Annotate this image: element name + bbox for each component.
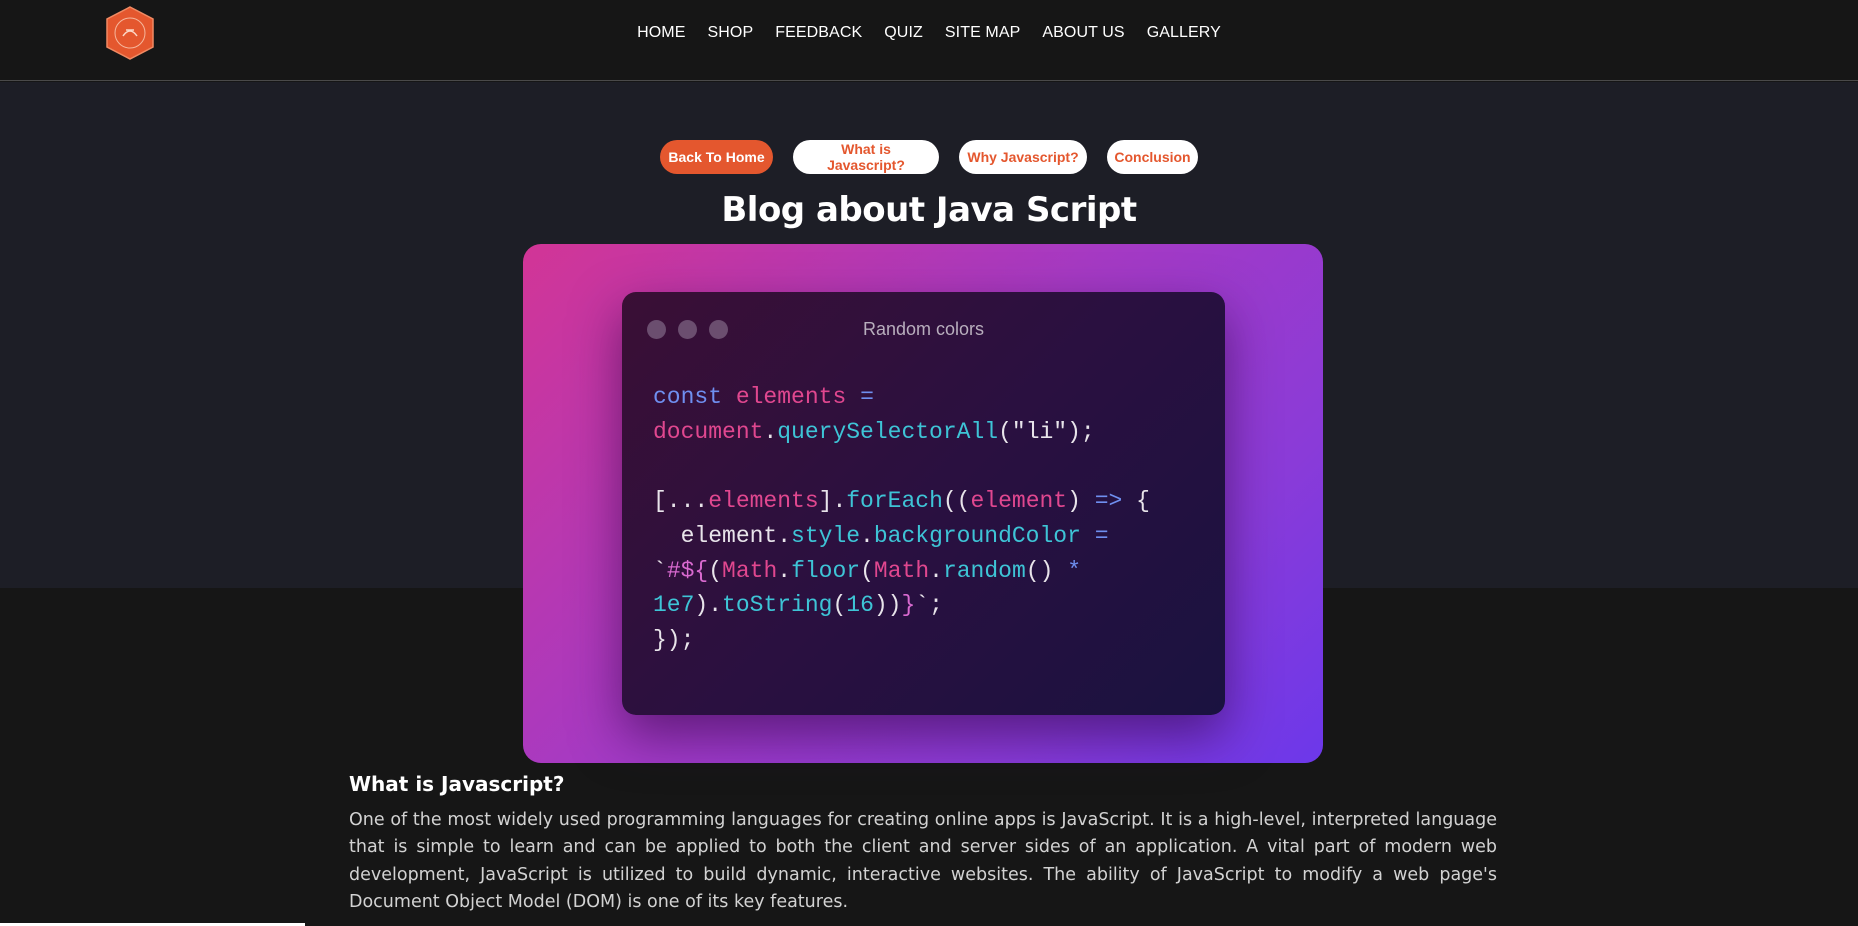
top-navbar: HOME SHOP FEEDBACK QUIZ SITE MAP ABOUT U… [0,0,1858,81]
code-snippet: const elements = document.querySelectorA… [653,384,1150,653]
page-title: Blog about Java Script [721,190,1137,230]
nav-shop-link[interactable]: SHOP [707,24,753,42]
what-is-javascript-button[interactable]: What is Javascript? [793,140,939,174]
code-window-title: Random colors [862,319,985,339]
nav-feedback-link[interactable]: FEEDBACK [775,24,862,42]
code-window: Random colors const elements = document.… [622,292,1225,715]
hero-image: Random colors const elements = document.… [523,244,1323,763]
nav-about-us-link[interactable]: ABOUT US [1042,24,1124,42]
section-heading: What is Javascript? [349,772,565,796]
nav-gallery-link[interactable]: GALLERY [1147,24,1221,42]
main-nav: HOME SHOP FEEDBACK QUIZ SITE MAP ABOUT U… [0,24,1858,42]
conclusion-button[interactable]: Conclusion [1107,140,1198,174]
nav-quiz-link[interactable]: QUIZ [884,24,923,42]
back-to-home-button[interactable]: Back To Home [660,140,773,174]
nav-home-link[interactable]: HOME [637,24,685,42]
why-javascript-button[interactable]: Why Javascript? [959,140,1087,174]
section-pills: Back To Home What is Javascript? Why Jav… [0,140,1858,174]
section-paragraph: One of the most widely used programming … [349,810,1497,912]
nav-site-map-link[interactable]: SITE MAP [945,24,1020,42]
